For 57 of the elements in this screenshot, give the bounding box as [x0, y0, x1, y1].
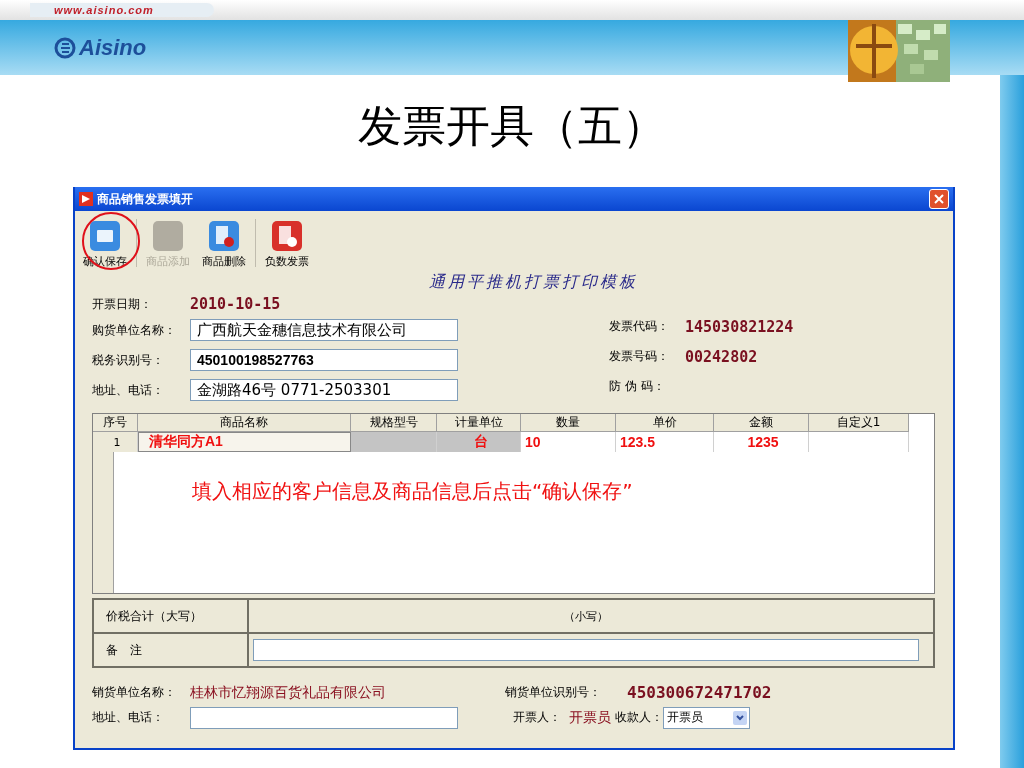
- column-header[interactable]: 商品名称: [138, 414, 351, 432]
- column-header[interactable]: 数量: [521, 414, 616, 432]
- close-button[interactable]: [929, 189, 949, 209]
- input-field[interactable]: 450100198527763: [190, 349, 458, 371]
- toolbar-button[interactable]: 商品删除: [199, 220, 249, 271]
- logo-text: Aisino: [79, 34, 147, 61]
- toolbar-button[interactable]: 负数发票: [262, 220, 312, 271]
- app-icon: [79, 192, 93, 206]
- field-label: 防 伪 码：: [609, 378, 666, 395]
- close-icon: [934, 194, 944, 204]
- folder-icon: [89, 220, 121, 252]
- seller-name: 桂林市忆翔源百货礼品有限公司: [190, 683, 387, 702]
- input-field[interactable]: [190, 706, 458, 729]
- column-header[interactable]: 序号: [93, 414, 138, 432]
- field-label: 地址、电话：: [92, 381, 165, 399]
- table-cell: 10: [521, 432, 616, 452]
- table-cell: 清华同方A1: [138, 432, 351, 452]
- field-label: 发票代码：: [609, 318, 670, 335]
- total-small-label: （小写）: [564, 608, 608, 624]
- column-header[interactable]: 计量单位: [437, 414, 521, 432]
- total-label: 价税合计（大写）: [94, 600, 249, 632]
- input-field[interactable]: 金湖路46号 0771-2503301: [190, 379, 458, 401]
- column-header[interactable]: 金额: [714, 414, 809, 432]
- table-cell: 123.5: [616, 432, 714, 452]
- input-field[interactable]: 广西航天金穗信息技术有限公司: [190, 319, 458, 341]
- table-cell: 1: [93, 432, 138, 452]
- field-label: 税务识别号：: [92, 351, 165, 369]
- field-label: 开票日期：: [92, 295, 153, 313]
- document-icon: [271, 220, 303, 252]
- field-label: 地址、电话：: [92, 709, 165, 726]
- logo-icon: [54, 36, 76, 59]
- invoice-code: 145030821224: [685, 317, 794, 336]
- field-label: 销货单位识别号：: [505, 684, 601, 701]
- issuer-name: 开票员: [569, 708, 611, 727]
- remarks-label: 备 注: [94, 634, 249, 666]
- table-cell: 台: [437, 432, 521, 452]
- invoice-code: 00242802: [685, 347, 758, 366]
- payee-dropdown[interactable]: 开票员: [663, 706, 750, 729]
- window-title: 商品销售发票填开: [97, 190, 194, 208]
- field-label: 收款人：: [615, 709, 663, 726]
- column-header[interactable]: 自定义1: [809, 414, 909, 432]
- field-label: 购货单位名称：: [92, 321, 177, 339]
- blank-square-icon: [152, 220, 184, 252]
- seller-id: 450300672471702: [627, 683, 772, 702]
- column-header[interactable]: 规格型号: [351, 414, 437, 432]
- slide-title: 发票开具（五）: [357, 99, 667, 153]
- template-title: 通用平推机打票打印模板: [428, 272, 639, 293]
- instruction-text: 填入相应的客户信息及商品信息后点击“确认保存”: [192, 478, 633, 505]
- table-cell: 1235: [714, 432, 809, 452]
- field-label: 发票号码：: [609, 348, 670, 365]
- document-icon: [208, 220, 240, 252]
- remarks-field[interactable]: [253, 639, 919, 661]
- website-url: www.aisino.com: [30, 3, 214, 17]
- field-label: 开票人：: [513, 709, 561, 726]
- invoice-date: 2010-10-15: [190, 295, 281, 313]
- column-header[interactable]: 单价: [616, 414, 714, 432]
- field-label: 销货单位名称：: [92, 684, 177, 701]
